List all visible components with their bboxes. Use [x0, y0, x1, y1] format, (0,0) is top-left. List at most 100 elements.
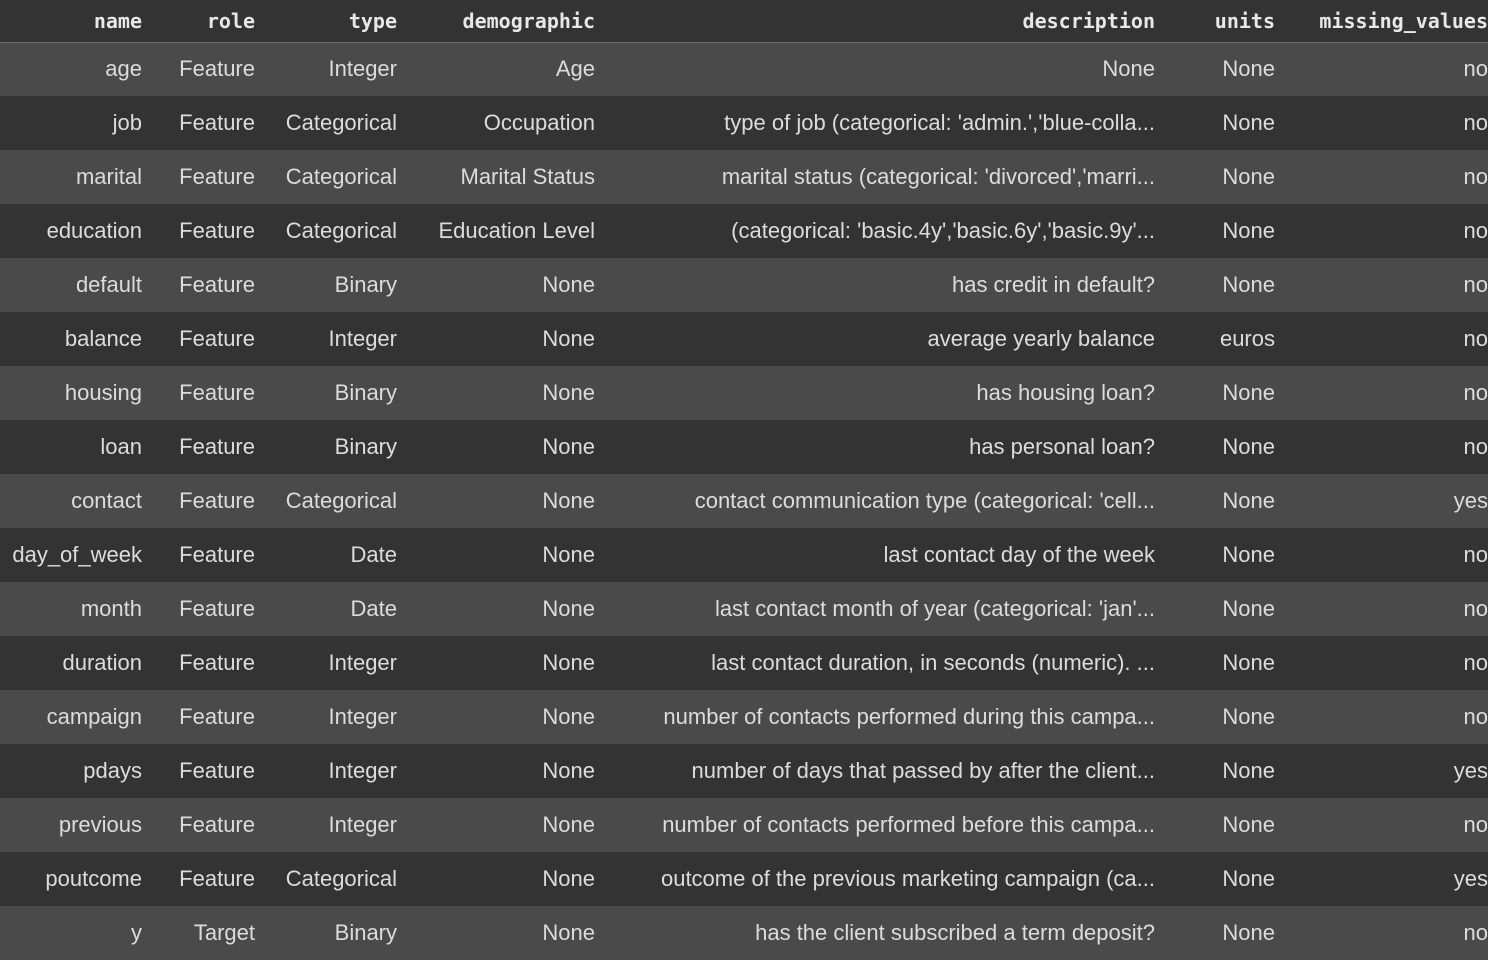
cell-name: education — [0, 204, 142, 258]
cell-role-text: Feature — [179, 650, 255, 675]
column-header-name[interactable]: name — [0, 0, 142, 43]
table-row[interactable]: loan Feature Binary None has personal loan? N… — [0, 420, 1488, 474]
cell-role: Feature — [142, 96, 255, 150]
cell-missing-values-text: yes — [1453, 866, 1488, 891]
cell-missing-values: no — [1275, 204, 1488, 258]
cell-name-text: poutcome — [45, 866, 142, 891]
cell-units-text: None — [1222, 650, 1275, 675]
cell-missing-values: yes — [1275, 852, 1488, 906]
table-row[interactable]: marital Feature Categorical Marital Status m… — [0, 150, 1488, 204]
cell-role: Feature — [142, 150, 255, 204]
cell-name: age — [0, 42, 142, 96]
cell-name-text: contact — [71, 488, 142, 513]
table-row[interactable]: pdays Feature Integer None number of days th… — [0, 744, 1488, 798]
cell-name-text: day_of_week — [12, 542, 142, 567]
cell-role-text: Feature — [179, 596, 255, 621]
cell-units-text: None — [1222, 596, 1275, 621]
cell-missing-values: yes — [1275, 744, 1488, 798]
cell-name: y — [0, 906, 142, 960]
cell-missing-values: no — [1275, 42, 1488, 96]
cell-role: Feature — [142, 636, 255, 690]
table-row[interactable]: campaign Feature Integer None number of cont… — [0, 690, 1488, 744]
cell-demographic: None — [397, 852, 595, 906]
table-row[interactable]: housing Feature Binary None has housing loan… — [0, 366, 1488, 420]
cell-demographic-text: None — [542, 380, 595, 405]
column-header-type[interactable]: type — [255, 0, 397, 43]
table-row[interactable]: month Feature Date None last contact month o… — [0, 582, 1488, 636]
column-header-description[interactable]: description — [595, 0, 1155, 43]
cell-description: number of days that passed by after the … — [595, 744, 1155, 798]
cell-description: number of contacts performed before this… — [595, 798, 1155, 852]
cell-type: Binary — [255, 420, 397, 474]
cell-units: None — [1155, 744, 1275, 798]
table-row[interactable]: day_of_week Feature Date None last contact d… — [0, 528, 1488, 582]
cell-type-text: Categorical — [285, 866, 397, 891]
table-row[interactable]: duration Feature Integer None last contact d… — [0, 636, 1488, 690]
cell-units-text: None — [1222, 704, 1275, 729]
table-row[interactable]: age Feature Integer Age None None no — [0, 42, 1488, 96]
cell-role-text: Feature — [179, 218, 255, 243]
cell-name-text: age — [105, 56, 142, 82]
cell-type: Date — [255, 528, 397, 582]
cell-description: type of job (categorical: 'admin.','blue… — [595, 96, 1155, 150]
cell-role: Feature — [142, 744, 255, 798]
cell-description: last contact month of year (categorical:… — [595, 582, 1155, 636]
cell-demographic-text: None — [542, 326, 595, 351]
cell-role-text: Feature — [179, 542, 255, 567]
cell-description: (categorical: 'basic.4y','basic.6y','bas… — [595, 204, 1155, 258]
column-header-demographic[interactable]: demographic — [397, 0, 595, 43]
table-row[interactable]: education Feature Categorical Education Lev… — [0, 204, 1488, 258]
cell-demographic-text: Education Level — [438, 218, 595, 243]
cell-role-text: Feature — [179, 704, 255, 729]
cell-units-text: None — [1222, 56, 1275, 82]
cell-units-text: None — [1222, 110, 1275, 135]
cell-type: Integer — [255, 798, 398, 852]
column-header-units[interactable]: units — [1155, 0, 1275, 43]
cell-role: Feature — [142, 528, 255, 582]
cell-missing-values-text: no — [1463, 110, 1488, 135]
cell-units: None — [1155, 420, 1275, 474]
column-header-role[interactable]: role — [142, 0, 255, 43]
cell-description-text: has credit in default? — [951, 272, 1155, 297]
cell-type: Integer — [255, 744, 398, 798]
table-row[interactable]: balance Feature Integer None average yearly … — [0, 312, 1488, 366]
cell-missing-values: no — [1275, 798, 1488, 852]
cell-units: None — [1155, 852, 1275, 906]
table-row[interactable]: job Feature Categorical Occupation type of j… — [0, 96, 1488, 150]
cell-description-text: last contact month of year (categorical:… — [714, 596, 1155, 621]
cell-demographic-text: Marital Status — [460, 164, 596, 189]
cell-units: None — [1155, 690, 1275, 744]
cell-role-text: Feature — [179, 272, 255, 297]
cell-demographic-text: None — [542, 488, 595, 513]
cell-type-text: Categorical — [285, 488, 397, 513]
cell-units: None — [1155, 906, 1275, 960]
cell-type-text: Integer — [328, 704, 398, 729]
cell-name-text: housing — [64, 380, 142, 405]
cell-type: Categorical — [255, 852, 397, 906]
cell-demographic: Occupation — [397, 96, 595, 150]
cell-description-text: has housing loan? — [976, 380, 1155, 405]
table-row[interactable]: previous Feature Integer None number of cont… — [0, 798, 1488, 852]
cell-missing-values-text: no — [1463, 704, 1488, 729]
table-row[interactable]: contact Feature Categorical None contact com… — [0, 474, 1488, 528]
cell-name: duration — [0, 636, 142, 690]
cell-demographic: None — [397, 798, 595, 852]
cell-demographic: None — [397, 366, 595, 420]
cell-role-text: Feature — [179, 812, 255, 837]
cell-missing-values-text: yes — [1453, 488, 1488, 513]
cell-description-text: average yearly balance — [927, 326, 1155, 351]
cell-name-text: y — [131, 920, 142, 945]
cell-description-text: number of contacts performed before this… — [662, 812, 1155, 837]
cell-units: None — [1155, 150, 1275, 204]
table-row[interactable]: poutcome Feature Categorical None outcome of… — [0, 852, 1488, 906]
cell-missing-values: no — [1275, 258, 1488, 312]
cell-type: Categorical — [255, 204, 397, 258]
table-row[interactable]: default Feature Binary None has credit in de… — [0, 258, 1488, 312]
table-row[interactable]: y Target Binary None has the client subscrib… — [0, 906, 1488, 960]
cell-name: housing — [0, 366, 142, 420]
cell-demographic: None — [397, 258, 595, 312]
cell-description-text: (categorical: 'basic.4y','basic.6y','bas… — [731, 218, 1155, 243]
column-header-missing-values[interactable]: missing_values — [1275, 0, 1488, 43]
cell-description-text: last contact duration, in seconds (numer… — [711, 650, 1155, 675]
cell-units-text: None — [1222, 812, 1275, 837]
